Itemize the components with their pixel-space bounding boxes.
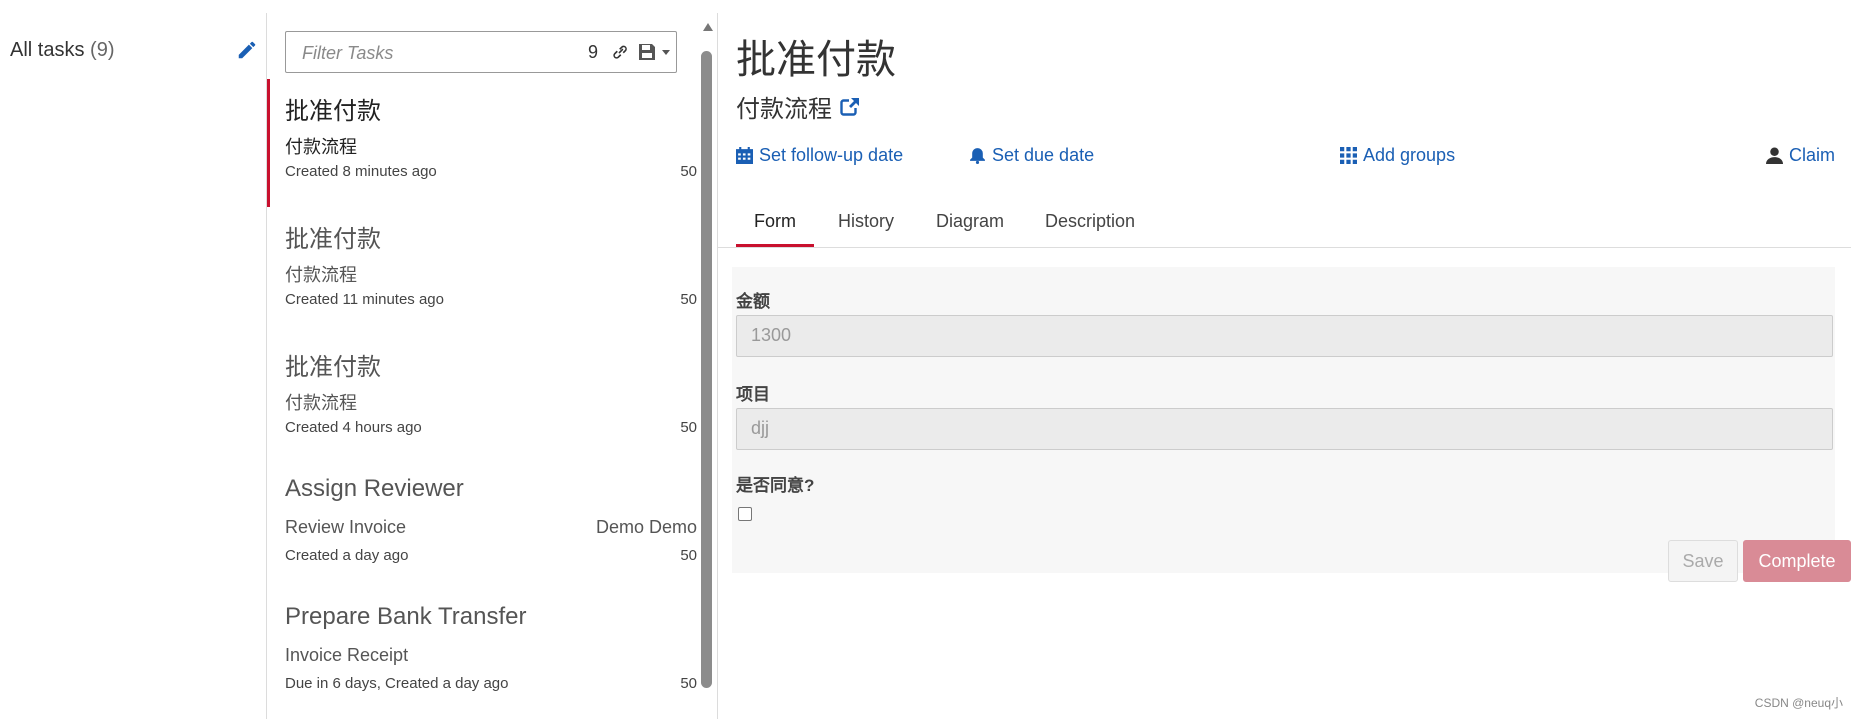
filters-sidebar: All tasks (9) — [0, 13, 267, 719]
task-name: 批准付款 — [285, 98, 381, 125]
claim-label: Claim — [1789, 145, 1836, 165]
task-process: Review Invoice — [285, 517, 407, 537]
task-created: Due in 6 days, Created a day ago — [285, 675, 509, 692]
agree-label: 是否同意? — [736, 476, 815, 495]
task-name: 批准付款 — [285, 226, 381, 253]
task-created: Created 8 minutes ago — [285, 163, 437, 180]
complete-button[interactable]: Complete — [1743, 540, 1851, 582]
scroll-up-arrow-icon[interactable] — [703, 23, 713, 31]
task-process: 付款流程 — [285, 393, 357, 413]
detail-tabs: Form History Diagram Description — [718, 199, 1851, 248]
set-due-date-button[interactable]: Set due date — [969, 145, 1094, 166]
task-created: Created 11 minutes ago — [285, 291, 444, 308]
task-item[interactable]: Assign Reviewer Review Invoice Demo Demo… — [267, 463, 697, 591]
tab-form[interactable]: Form — [736, 211, 814, 247]
set-follow-up-date-button[interactable]: Set follow-up date — [736, 145, 903, 166]
task-process: 付款流程 — [285, 265, 357, 285]
task-list-panel: 9 批准付款 付款流程 Created 8 minutes ago 50 批准付… — [267, 13, 718, 719]
filter-label-wrap: All tasks (9) — [10, 39, 114, 62]
task-process: 付款流程 — [285, 137, 357, 157]
filter-count: (9) — [90, 38, 115, 61]
task-count: 9 — [588, 42, 599, 62]
top-bar — [0, 0, 1851, 14]
process-name: 付款流程 — [736, 96, 832, 123]
task-item[interactable]: 批准付款 付款流程 Created 8 minutes ago 50 — [267, 79, 697, 207]
save-button[interactable]: Save — [1668, 540, 1738, 582]
follow-up-label: Set follow-up date — [759, 145, 904, 165]
task-process: Invoice Receipt — [285, 645, 409, 665]
watermark: CSDN @neuq小 — [1754, 696, 1843, 710]
claim-button[interactable]: Claim — [1766, 145, 1835, 166]
task-priority: 50 — [680, 675, 697, 692]
amount-label: 金额 — [736, 292, 770, 311]
task-item[interactable]: 批准付款 付款流程 Created 11 minutes ago 50 — [267, 207, 697, 335]
task-detail-panel: 批准付款 付款流程 Set follow-up date Set due dat… — [718, 13, 1851, 719]
add-groups-button[interactable]: Add groups — [1340, 145, 1455, 166]
task-priority: 50 — [680, 547, 697, 564]
task-assignee: Demo Demo — [595, 517, 697, 537]
task-priority: 50 — [680, 291, 697, 308]
pencil-icon[interactable] — [236, 39, 258, 61]
item-label: 项目 — [736, 385, 770, 404]
task-name: Assign Reviewer — [285, 475, 464, 502]
task-name: 批准付款 — [285, 354, 381, 381]
task-list-scrollbar[interactable] — [700, 23, 714, 719]
task-priority: 50 — [680, 163, 697, 180]
user-icon — [1766, 147, 1783, 164]
save-filter-dropdown-icon[interactable] — [638, 42, 672, 62]
due-date-label: Set due date — [992, 145, 1095, 165]
task-priority: 50 — [680, 419, 697, 436]
task-filter-box: 9 — [285, 31, 677, 73]
filter-tasks-input[interactable] — [300, 40, 554, 66]
task-item[interactable]: 批准付款 付款流程 Created 4 hours ago 50 — [267, 335, 697, 463]
add-groups-label: Add groups — [1363, 145, 1456, 165]
task-form: 金额 1300 项目 djj 是否同意? Save Complete — [732, 267, 1851, 582]
filter-all-tasks[interactable]: All tasks (9) — [10, 35, 258, 65]
tab-diagram[interactable]: Diagram — [936, 211, 1004, 244]
bell-icon — [970, 148, 985, 164]
link-icon[interactable] — [610, 42, 630, 62]
agree-checkbox[interactable] — [738, 507, 752, 521]
task-created: Created 4 hours ago — [285, 419, 422, 436]
calendar-icon — [736, 147, 753, 164]
tab-description[interactable]: Description — [1045, 211, 1135, 244]
filter-label: All tasks — [10, 38, 85, 61]
amount-field[interactable]: 1300 — [736, 315, 1833, 357]
task-created: Created a day ago — [285, 547, 409, 564]
process-link[interactable]: 付款流程 — [736, 89, 860, 124]
scrollbar-thumb[interactable] — [701, 51, 712, 688]
external-link-icon[interactable] — [840, 96, 860, 117]
task-item[interactable]: Prepare Bank Transfer Invoice Receipt Du… — [267, 591, 697, 719]
item-field[interactable]: djj — [736, 408, 1833, 450]
grid-icon — [1340, 147, 1357, 164]
task-name: Prepare Bank Transfer — [285, 603, 527, 630]
tab-history[interactable]: History — [838, 211, 894, 244]
task-title: 批准付款 — [736, 38, 896, 82]
